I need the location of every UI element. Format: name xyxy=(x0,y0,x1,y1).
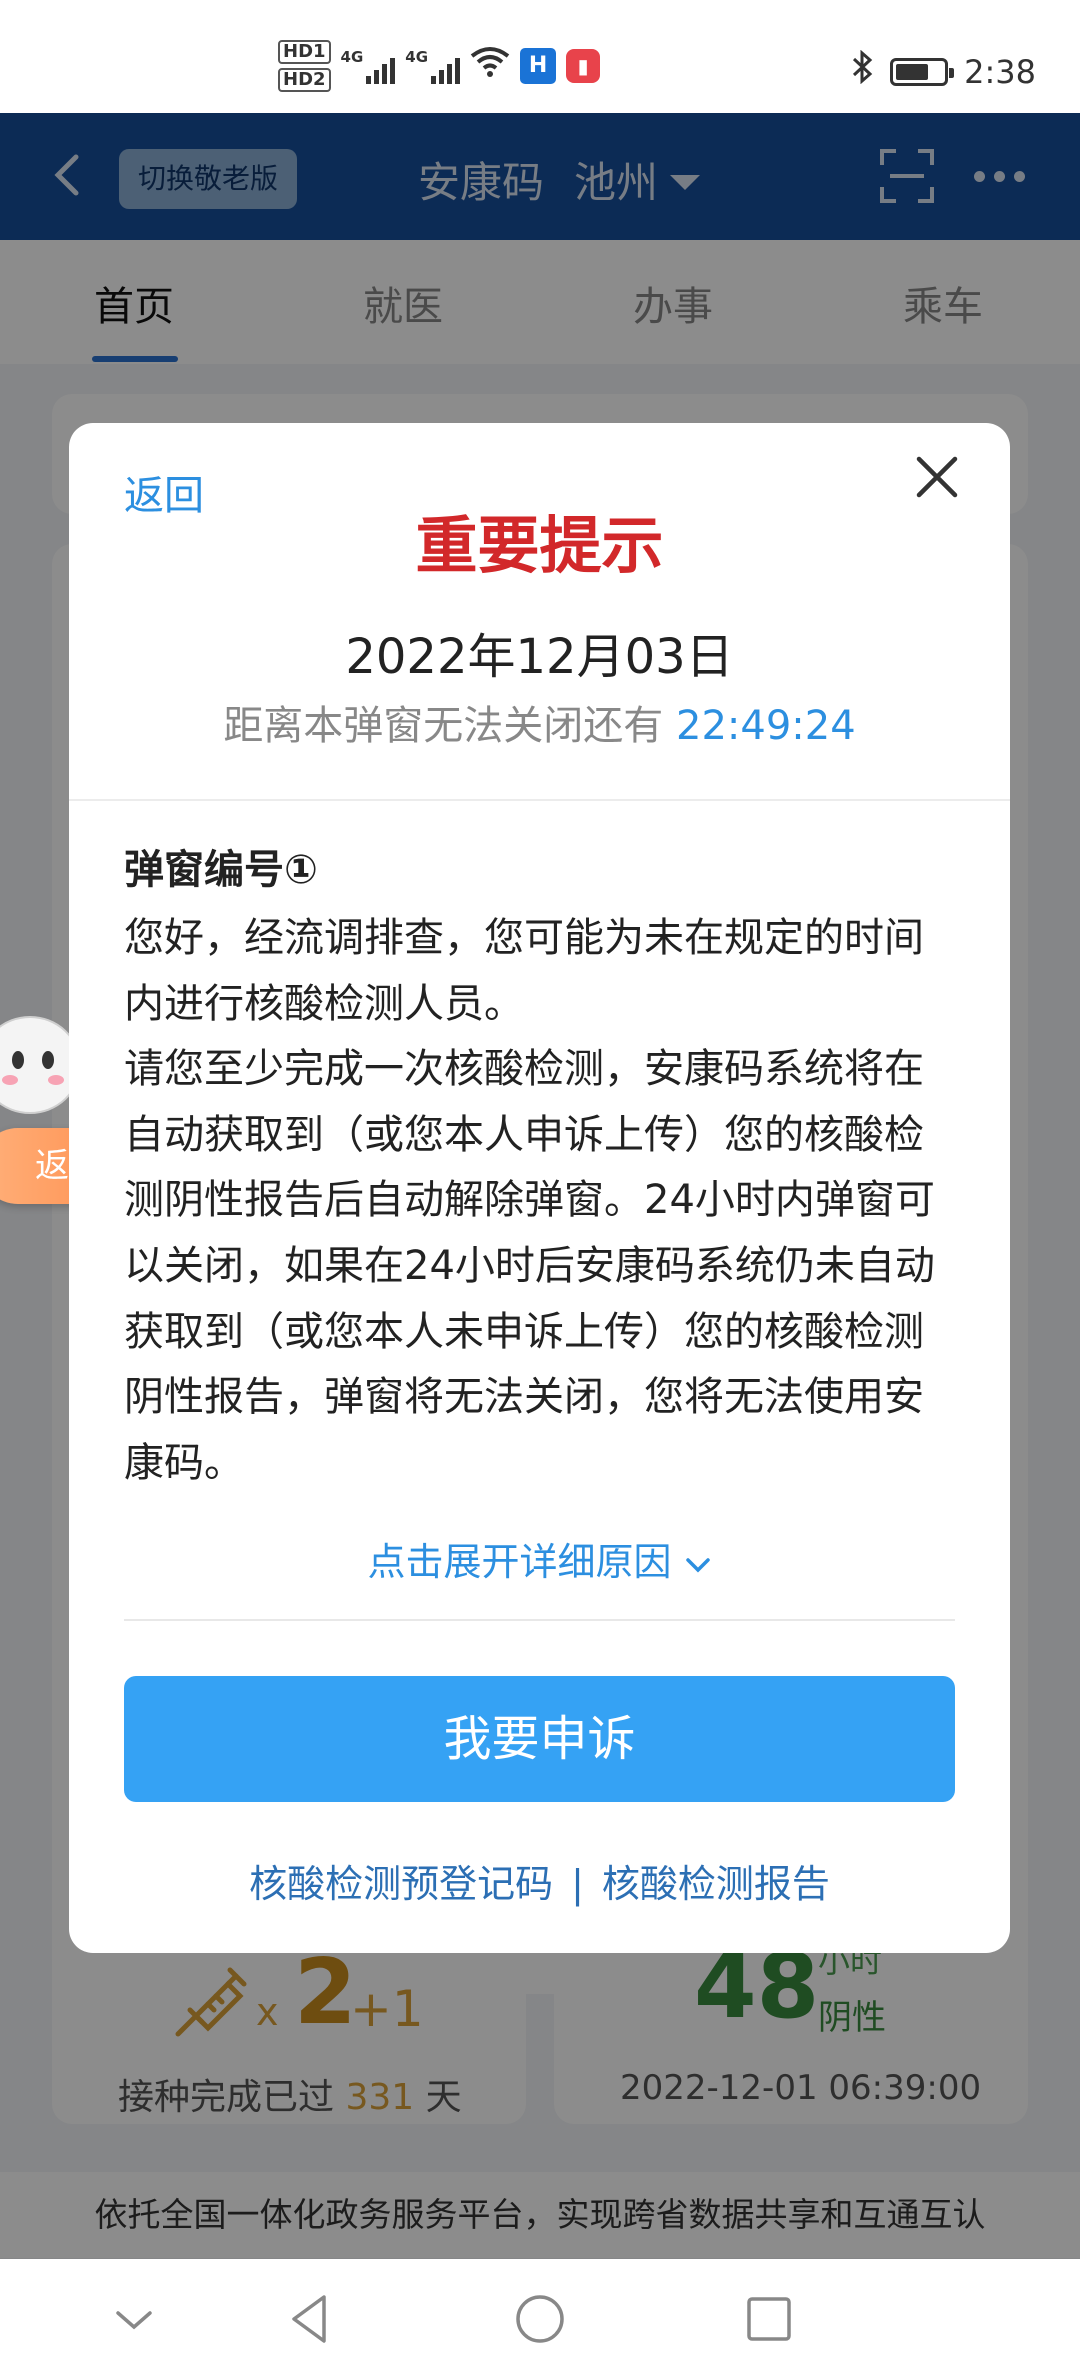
chevron-down-icon xyxy=(685,1557,710,1572)
status-right-icons: 2:38 xyxy=(852,49,1036,93)
app-notification-icon: H xyxy=(520,48,557,84)
network-type-label: 4G xyxy=(340,48,364,66)
popup-number-label: 弹窗编号① xyxy=(124,847,318,893)
book-notification-icon: ▮ xyxy=(566,49,601,83)
countdown-timer: 22:49:24 xyxy=(676,703,856,749)
signal-icon: 4G xyxy=(341,48,396,84)
status-time: 2:38 xyxy=(964,52,1036,91)
status-left-icons: HD1 HD2 4G 4G H ▮ xyxy=(278,40,601,92)
message-paragraph-1: 您好，经流调排查，您可能为未在规定的时间内进行核酸检测人员。 xyxy=(124,915,924,1027)
hd2-indicator: HD2 xyxy=(278,68,331,92)
message-paragraph-2: 请您至少完成一次核酸检测，安康码系统将在自动获取到（或您本人申诉上传）您的核酸检… xyxy=(124,1046,935,1486)
system-nav-bar xyxy=(0,2259,1080,2376)
test-report-link[interactable]: 核酸检测报告 xyxy=(602,1862,830,1906)
network-type-label: 4G xyxy=(405,48,429,66)
expand-details-link[interactable]: 点击展开详细原因 xyxy=(69,1531,1010,1586)
divider xyxy=(69,799,1010,801)
battery-fill xyxy=(896,63,929,80)
modal-message: 您好，经流调排查，您可能为未在规定的时间内进行核酸检测人员。 请您至少完成一次核… xyxy=(124,906,960,1496)
back-nav-icon[interactable] xyxy=(280,2289,340,2349)
countdown-text: 距离本弹窗无法关闭还有 22:49:24 xyxy=(69,693,1010,751)
link-separator: | xyxy=(571,1862,584,1906)
hd1-indicator: HD1 xyxy=(278,40,331,64)
signal-icon: 4G xyxy=(405,48,461,84)
pre-registration-code-link[interactable]: 核酸检测预登记码 xyxy=(249,1862,553,1906)
status-bar: HD1 HD2 4G 4G H ▮ 2:38 xyxy=(0,0,1080,113)
home-nav-icon[interactable] xyxy=(510,2289,570,2349)
appeal-button[interactable]: 我要申诉 xyxy=(124,1676,955,1802)
countdown-prefix: 距离本弹窗无法关闭还有 xyxy=(223,703,664,749)
recents-nav-icon[interactable] xyxy=(739,2289,799,2349)
divider xyxy=(124,1619,955,1621)
bluetooth-icon xyxy=(852,49,874,93)
battery-icon xyxy=(890,57,955,86)
hd-indicators: HD1 HD2 xyxy=(278,40,331,92)
bottom-links: 核酸检测预登记码 | 核酸检测报告 xyxy=(69,1853,1010,1908)
expand-details-label: 点击展开详细原因 xyxy=(367,1540,672,1584)
collapse-nav-icon[interactable] xyxy=(104,2289,164,2349)
modal-title: 重要提示 xyxy=(415,509,664,582)
wifi-icon xyxy=(470,46,510,87)
modal-date: 2022年12月03日 xyxy=(345,629,734,685)
important-notice-modal: 返回 重要提示 2022年12月03日 距离本弹窗无法关闭还有 22:49:24… xyxy=(69,423,1010,1953)
